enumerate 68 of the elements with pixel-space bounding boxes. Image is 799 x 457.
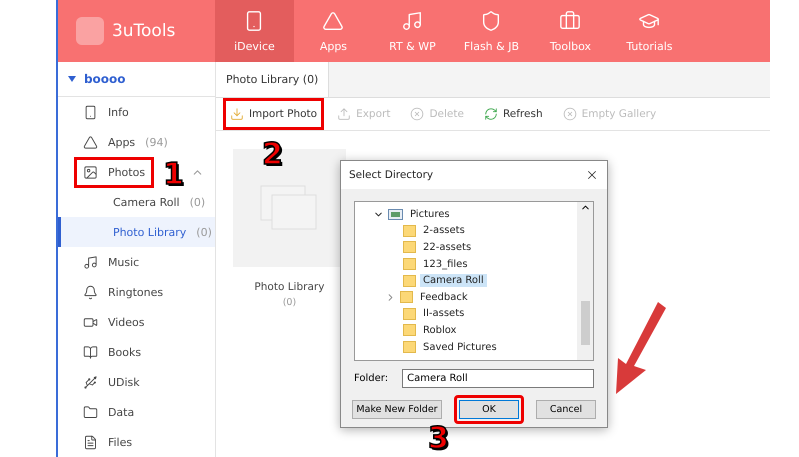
album-count: (0) (282, 297, 296, 308)
sidebar-item[interactable]: Apps (94) (58, 127, 215, 157)
export-icon (337, 107, 352, 121)
tree-item[interactable]: Roblox (355, 322, 577, 339)
folder-icon (403, 308, 416, 320)
sidebar-item[interactable]: Ringtones (58, 277, 215, 307)
close-icon[interactable] (585, 168, 599, 182)
logo-icon (76, 17, 104, 45)
folder-icon (403, 241, 416, 254)
dialog-title: Select Directory (349, 169, 434, 181)
sidebar-item[interactable]: Files (58, 427, 215, 457)
step-number: 1 (163, 160, 184, 190)
folder-icon (82, 404, 98, 420)
sidebar-item[interactable]: UDisk (58, 367, 215, 397)
document-icon (82, 434, 98, 450)
pictures-folder-icon (388, 208, 403, 220)
tree-item[interactable]: Pictures (355, 206, 577, 223)
sidebar-item[interactable]: Info (58, 97, 215, 127)
album-name: Photo Library (254, 281, 324, 293)
tree-item[interactable]: 123_files (355, 256, 577, 272)
folder-label: Folder: (354, 373, 388, 384)
toolbar-button[interactable]: Refresh (480, 101, 547, 127)
books-icon (82, 344, 98, 360)
tree-item[interactable]: II-assets (355, 306, 577, 322)
device-name[interactable]: boooo (58, 62, 215, 97)
sidebar-subitem[interactable]: Photo Library (0) (58, 217, 215, 247)
sidebar-item[interactable]: Videos (58, 307, 215, 337)
folder-icon (400, 291, 413, 304)
tree-item[interactable]: 22-assets (355, 239, 577, 256)
folder-icon (403, 324, 416, 336)
sidebar-item[interactable]: Music (58, 247, 215, 277)
folder-icon (403, 258, 416, 270)
refresh-icon (484, 107, 498, 121)
cancel-icon (562, 107, 577, 121)
sidebar-item[interactable]: Books (58, 337, 215, 367)
music-note-icon (82, 254, 98, 270)
toolbox-icon (559, 10, 582, 32)
dialog-button[interactable]: OK (459, 400, 519, 419)
scrollbar-thumb[interactable] (580, 301, 590, 345)
nav-tab[interactable]: iDevice (214, 0, 294, 62)
import-icon (230, 107, 244, 121)
sidebar-item[interactable]: Data (58, 397, 215, 427)
tree-item[interactable]: Saved Pictures (355, 338, 577, 356)
step-number: 3 (428, 424, 449, 454)
dialog-button[interactable]: Make New Folder (352, 400, 442, 419)
sidebar-subitem[interactable]: Camera Roll (0) (58, 187, 215, 217)
folder-input[interactable]: Camera Roll (402, 369, 594, 388)
music-note-icon (401, 10, 424, 32)
apps-icon (82, 134, 98, 150)
tree-item[interactable]: 2-assets (355, 222, 577, 240)
folder-icon (403, 341, 416, 354)
bell-icon (82, 284, 98, 300)
apps-icon (322, 10, 344, 32)
app-logo-text: 3uTools (112, 21, 176, 41)
image-icon (82, 164, 98, 180)
folder-icon (403, 224, 416, 237)
tab[interactable]: Photo Library (0) (216, 62, 330, 97)
tree-item[interactable]: Feedback (355, 288, 577, 306)
usb-drive-icon (82, 374, 98, 390)
folder-icon (403, 274, 416, 287)
tree-item[interactable]: Camera Roll (355, 272, 577, 289)
step-number: 2 (262, 140, 283, 170)
dialog-button[interactable]: Cancel (536, 400, 596, 419)
cancel-icon (410, 107, 424, 121)
scrollbar[interactable] (577, 202, 593, 360)
phone-icon (82, 104, 98, 120)
caret-icon (68, 76, 76, 82)
toolbar-button[interactable]: Import Photo (226, 101, 322, 127)
